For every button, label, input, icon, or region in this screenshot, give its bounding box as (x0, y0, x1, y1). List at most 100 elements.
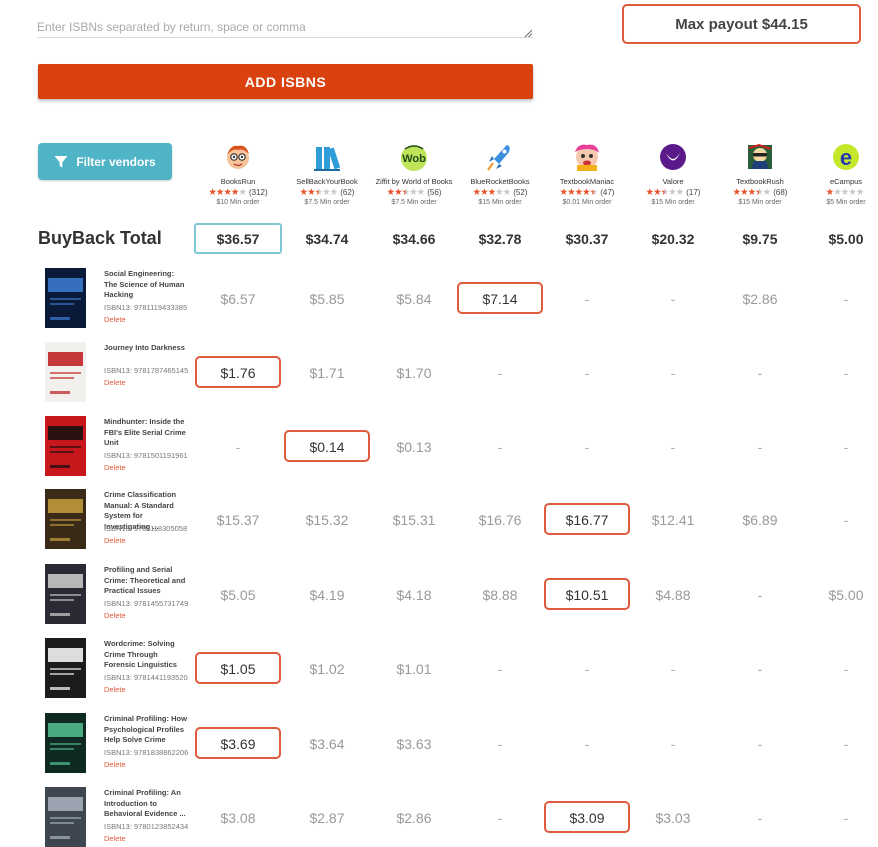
resize-grip-icon[interactable] (524, 29, 533, 38)
price-cell[interactable]: - (457, 356, 543, 388)
price-cell[interactable]: - (544, 727, 630, 759)
price-cell[interactable]: - (630, 282, 716, 314)
price-cell[interactable]: $0.13 (371, 430, 457, 462)
price-cell[interactable]: $5.05 (195, 578, 281, 610)
best-price-cell[interactable]: $16.77 (544, 503, 630, 535)
best-price-cell[interactable]: $3.69 (195, 727, 281, 759)
price-cell[interactable]: - (630, 430, 716, 462)
price-cell[interactable]: $15.32 (284, 503, 370, 535)
best-price-cell[interactable]: $1.05 (195, 652, 281, 684)
price-cell[interactable]: - (803, 503, 878, 535)
price-cell[interactable]: $1.71 (284, 356, 370, 388)
star-icon: ★ (238, 187, 246, 198)
price-cell[interactable]: $1.02 (284, 652, 370, 684)
vendor-total: $5.00 (828, 231, 864, 247)
price-cell[interactable]: $3.08 (195, 801, 281, 833)
price-cell[interactable]: - (803, 282, 878, 314)
price-cell[interactable]: - (803, 727, 878, 759)
star-icon: ★ (653, 187, 661, 198)
delete-link[interactable]: Delete (104, 315, 126, 324)
vendor-min-order: $15 Min order (651, 199, 695, 206)
price-cell[interactable]: $16.76 (457, 503, 543, 535)
star-icon: ★ (747, 187, 756, 198)
book-cover-image (45, 268, 86, 328)
price-cell[interactable]: - (457, 652, 543, 684)
vendor-column[interactable]: e eCampus ★★★★★ $5 Min order (801, 142, 878, 206)
delete-link[interactable]: Delete (104, 685, 126, 694)
delete-link[interactable]: Delete (104, 834, 126, 843)
delete-link[interactable]: Delete (104, 378, 126, 387)
price-cell[interactable]: $5.00 (803, 578, 878, 610)
price-cell[interactable]: $3.63 (371, 727, 457, 759)
star-icon: ★ (409, 187, 417, 198)
price-cell[interactable]: $15.31 (371, 503, 457, 535)
price-cell[interactable]: - (544, 356, 630, 388)
svg-text:Wob: Wob (402, 153, 426, 165)
add-isbns-button[interactable]: ADD ISBNS (38, 64, 533, 99)
price-cell[interactable]: - (803, 652, 878, 684)
price-cell[interactable]: - (717, 801, 803, 833)
book-title: Wordcrime: Solving Crime Through Forensi… (104, 639, 177, 669)
price-cell[interactable]: - (803, 430, 878, 462)
price-cell[interactable]: - (717, 356, 803, 388)
price-cell[interactable]: - (457, 727, 543, 759)
price-cell[interactable]: - (630, 727, 716, 759)
best-price-cell[interactable]: $10.51 (544, 578, 630, 610)
price-cell[interactable]: - (803, 801, 878, 833)
price-cell[interactable]: - (630, 356, 716, 388)
price-cell[interactable]: $5.85 (284, 282, 370, 314)
price-cell[interactable]: - (717, 578, 803, 610)
star-icon: ★ (394, 187, 402, 198)
star-icon: ★ (660, 187, 669, 198)
price-cell[interactable]: $1.70 (371, 356, 457, 388)
price-cell[interactable]: - (544, 282, 630, 314)
price-cell[interactable]: $2.86 (371, 801, 457, 833)
price-cell[interactable]: $4.18 (371, 578, 457, 610)
price-cell[interactable]: $5.84 (371, 282, 457, 314)
price-cell[interactable]: $4.88 (630, 578, 716, 610)
price-cell[interactable]: $4.19 (284, 578, 370, 610)
price-cell[interactable]: $8.88 (457, 578, 543, 610)
price-cell[interactable]: - (717, 430, 803, 462)
vendor-min-order: $7.5 Min order (304, 199, 350, 206)
vendor-name: TextbookRush (736, 177, 784, 186)
delete-link[interactable]: Delete (104, 611, 126, 620)
price-cell[interactable]: $2.87 (284, 801, 370, 833)
price-cell[interactable]: $6.89 (717, 503, 803, 535)
price-cell[interactable]: - (630, 652, 716, 684)
delete-link[interactable]: Delete (104, 760, 126, 769)
delete-link[interactable]: Delete (104, 536, 126, 545)
price-cell[interactable]: $6.57 (195, 282, 281, 314)
vendor-column[interactable]: BlueRocketBooks ★★★★★ (52) $15 Min order (455, 142, 545, 206)
price-cell[interactable]: - (717, 727, 803, 759)
price-cell[interactable]: $3.64 (284, 727, 370, 759)
best-price-cell[interactable]: $1.76 (195, 356, 281, 388)
price-cell[interactable]: - (544, 430, 630, 462)
vendor-review-count: (52) (513, 188, 528, 197)
best-price-cell[interactable]: $3.09 (544, 801, 630, 833)
price-cell[interactable]: - (457, 430, 543, 462)
star-icon: ★ (223, 187, 231, 198)
vendor-column[interactable]: Valore ★★★★★ (17) $15 Min order (628, 142, 718, 206)
price-cell[interactable]: - (457, 801, 543, 833)
price-cell[interactable]: $15.37 (195, 503, 281, 535)
price-cell[interactable]: - (803, 356, 878, 388)
price-cell[interactable]: $12.41 (630, 503, 716, 535)
isbn-input[interactable] (37, 12, 533, 38)
price-cell[interactable]: - (544, 652, 630, 684)
best-price-cell[interactable]: $0.14 (284, 430, 370, 462)
price-cell[interactable]: - (717, 652, 803, 684)
price-cell[interactable]: - (195, 430, 281, 462)
price-cell[interactable]: $3.03 (630, 801, 716, 833)
vendor-name: eCampus (829, 177, 863, 186)
filter-vendors-button[interactable]: Filter vendors (38, 143, 172, 180)
vendor-column[interactable]: TextbookManiac ★★★★★ (47) $0.01 Min order (542, 142, 632, 206)
best-price-cell[interactable]: $7.14 (457, 282, 543, 314)
vendor-column[interactable]: BooksRun ★★★★★ (312) $10 Min order (193, 142, 283, 206)
price-cell[interactable]: $1.01 (371, 652, 457, 684)
vendor-column[interactable]: Wob Ziffit by World of Books ★★★★★ (56) $7.5… (369, 142, 459, 206)
vendor-column[interactable]: TextbookRush ★★★★★ (68) $15 Min order (715, 142, 805, 206)
vendor-column[interactable]: SellBackYourBook ★★★★★ (62) $7.5 Min order (282, 142, 372, 206)
delete-link[interactable]: Delete (104, 463, 126, 472)
price-cell[interactable]: $2.86 (717, 282, 803, 314)
